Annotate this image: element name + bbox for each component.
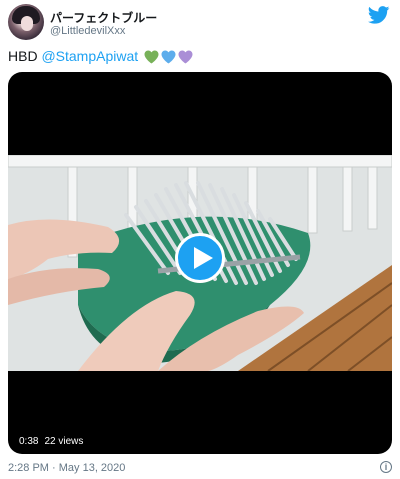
tweet-text: HBD @StampApiwat <box>8 47 193 65</box>
video-views: 22 views <box>44 436 84 447</box>
video-meta: 0:38 22 views <box>19 436 83 447</box>
purple-heart-icon <box>178 50 193 64</box>
blue-heart-icon <box>161 50 176 64</box>
author-display-name[interactable]: パーフェクトブルー <box>50 9 157 26</box>
twitter-bird-icon[interactable] <box>367 6 390 24</box>
mention-link[interactable]: @StampApiwat <box>41 48 138 64</box>
avatar[interactable] <box>8 4 44 40</box>
info-icon[interactable]: i <box>380 461 392 473</box>
tweet-timestamp[interactable]: 2:28 PM · May 13, 2020 <box>8 462 125 474</box>
play-button[interactable] <box>175 233 225 283</box>
tweet-text-prefix: HBD <box>8 48 42 64</box>
green-heart-icon <box>144 50 159 64</box>
tweet-header: パーフェクトブルー @LittledevilXxx <box>8 4 392 42</box>
avatar-face <box>21 16 33 31</box>
video-duration: 0:38 <box>19 436 39 447</box>
author-handle[interactable]: @LittledevilXxx <box>50 25 125 37</box>
video-player[interactable]: 0:38 22 views <box>8 72 392 454</box>
play-icon <box>194 247 213 269</box>
